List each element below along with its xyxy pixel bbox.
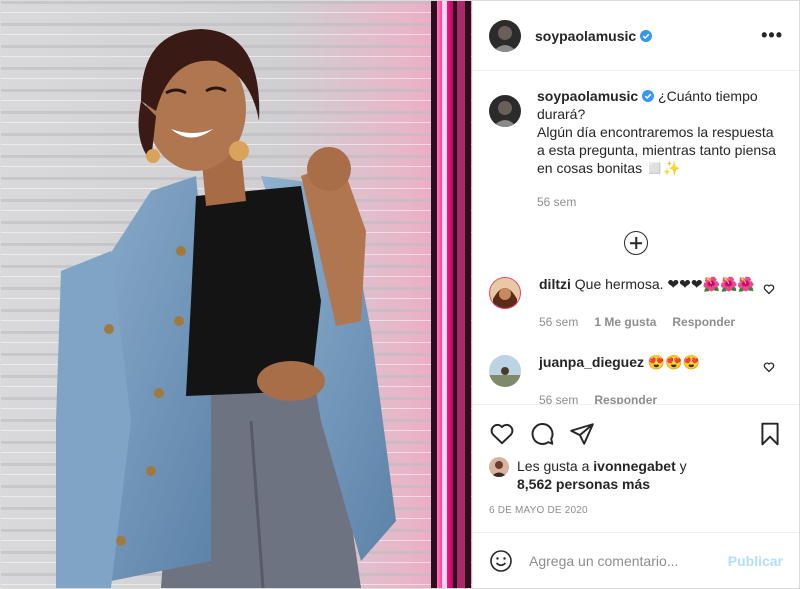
post-header: soypaolamusic ••• — [473, 1, 799, 71]
comment-likes[interactable]: 1 Me gusta — [594, 315, 656, 329]
comment-time[interactable]: 56 sem — [539, 393, 578, 404]
caption-body: soypaolamusic ¿Cuánto tiempo durará? Alg… — [537, 87, 783, 211]
comment-input[interactable] — [529, 552, 728, 569]
more-options-button[interactable]: ••• — [761, 25, 783, 46]
action-icons — [489, 413, 783, 455]
comment-time[interactable]: 56 sem — [539, 315, 578, 329]
caption-avatar[interactable] — [489, 95, 521, 127]
comments-section: soypaolamusic ¿Cuánto tiempo durará? Alg… — [473, 71, 799, 404]
paper-plane-icon[interactable] — [569, 421, 595, 447]
reply-button[interactable]: Responder — [594, 393, 657, 404]
author-username[interactable]: soypaolamusic — [535, 28, 636, 44]
comment-meta: 56 sem Responder — [539, 391, 759, 404]
reply-button[interactable]: Responder — [672, 315, 735, 329]
bookmark-icon[interactable] — [757, 421, 783, 447]
likes-conj: y — [679, 458, 687, 474]
heart-icon[interactable] — [489, 421, 515, 447]
post-details-panel: soypaolamusic ••• soypaolamusic ¿Cuánto … — [472, 1, 799, 588]
comment-meta: 56 sem 1 Me gusta Responder — [539, 313, 759, 331]
likes-text: Les gusta a ivonnegabet y 8,562 personas… — [517, 457, 687, 493]
comment-icon[interactable] — [529, 421, 555, 447]
comment-body: diltzi Que hermosa. ❤❤❤🌺🌺🌺 56 sem 1 Me gu… — [539, 275, 759, 331]
post-caption: soypaolamusic ¿Cuánto tiempo durará? Alg… — [489, 87, 783, 211]
comment-item: diltzi Que hermosa. ❤❤❤🌺🌺🌺 56 sem 1 Me gu… — [489, 275, 783, 331]
comment-username[interactable]: juanpa_dieguez — [539, 354, 644, 370]
liker-username[interactable]: ivonnegabet — [593, 458, 675, 474]
post-actions: Les gusta a ivonnegabet y 8,562 personas… — [473, 404, 799, 532]
caption-time[interactable]: 56 sem — [537, 193, 783, 211]
heart-icon[interactable] — [763, 361, 775, 373]
likes-others-link[interactable]: 8,562 personas más — [517, 476, 650, 492]
post-date[interactable]: 6 DE MAYO DE 2020 — [489, 505, 783, 516]
comment-item: juanpa_dieguez 😍😍😍 56 sem Responder — [489, 353, 783, 404]
publish-button[interactable]: Publicar — [728, 553, 783, 569]
commenter-avatar[interactable] — [489, 355, 521, 387]
post-photo[interactable] — [1, 1, 472, 588]
likes-prefix: Les gusta a — [517, 458, 590, 474]
likes-summary: Les gusta a ivonnegabet y 8,562 personas… — [489, 457, 783, 493]
comment-body: juanpa_dieguez 😍😍😍 56 sem Responder — [539, 353, 759, 404]
comment-text: Que hermosa. ❤❤❤🌺🌺🌺 — [574, 276, 755, 292]
commenter-avatar[interactable] — [489, 277, 521, 309]
heart-icon[interactable] — [763, 283, 775, 295]
photo-illustration — [1, 1, 472, 588]
liker-avatar[interactable] — [489, 457, 509, 477]
instagram-post: soypaolamusic ••• soypaolamusic ¿Cuánto … — [0, 0, 800, 589]
smiley-icon[interactable] — [489, 549, 513, 573]
verified-badge-icon — [640, 29, 653, 42]
verified-badge-icon — [642, 90, 655, 102]
author-avatar[interactable] — [489, 19, 521, 52]
caption-username[interactable]: soypaolamusic — [537, 88, 638, 104]
add-comment-bar: Publicar — [473, 532, 799, 588]
plus-circle-icon[interactable] — [624, 231, 648, 255]
load-more-comments[interactable] — [489, 231, 783, 255]
comment-username[interactable]: diltzi — [539, 276, 571, 292]
comment-text: 😍😍😍 — [647, 354, 701, 370]
